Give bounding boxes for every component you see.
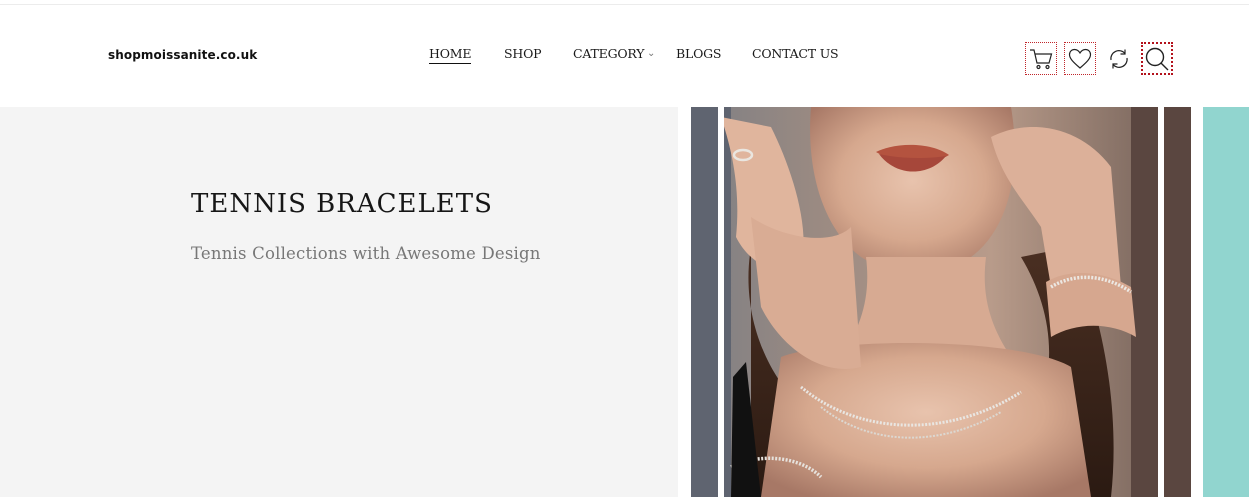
nav-contact-us[interactable]: CONTACT US	[752, 46, 839, 61]
hero-image	[678, 107, 1249, 497]
site-header: shopmoissanite.co.uk HOME SHOP CATEGORY …	[0, 5, 1249, 107]
search-icon	[1145, 47, 1169, 70]
heart-icon	[1068, 48, 1092, 69]
cart-button[interactable]	[1025, 42, 1057, 75]
photo-divider	[1158, 107, 1164, 497]
photo-divider	[718, 107, 724, 497]
refresh-icon	[1110, 49, 1128, 68]
hero-text-panel: TENNIS BRACELETS Tennis Collections with…	[0, 107, 678, 497]
chevron-down-icon[interactable]: ⌄	[647, 48, 655, 59]
compare-button[interactable]	[1103, 42, 1135, 75]
teal-accent-strip	[1203, 107, 1249, 497]
site-logo[interactable]: shopmoissanite.co.uk	[108, 48, 257, 62]
nav-shop[interactable]: SHOP	[504, 46, 542, 61]
search-button[interactable]	[1141, 42, 1173, 75]
wishlist-button[interactable]	[1064, 42, 1096, 75]
model-photo	[691, 107, 1191, 497]
cart-icon	[1030, 48, 1053, 69]
nav-category[interactable]: CATEGORY	[573, 46, 644, 61]
hero-title: TENNIS BRACELETS	[191, 189, 493, 219]
nav-home[interactable]: HOME	[429, 46, 471, 64]
photo-divider	[1191, 107, 1203, 497]
hero-subtitle: Tennis Collections with Awesome Design	[191, 244, 541, 263]
hero-banner: TENNIS BRACELETS Tennis Collections with…	[0, 107, 1249, 497]
nav-blogs[interactable]: BLOGS	[676, 46, 721, 61]
